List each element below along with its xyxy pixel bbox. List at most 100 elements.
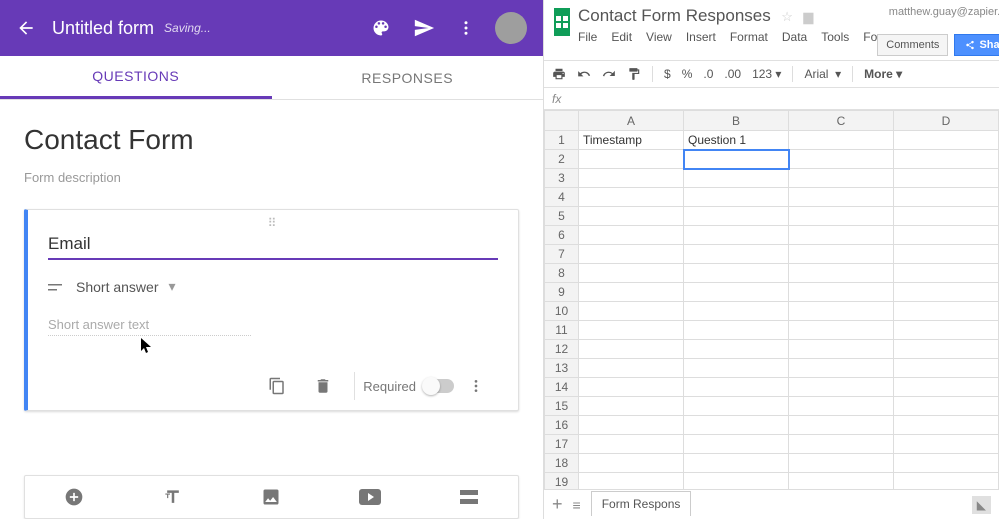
cell-C16[interactable]: [789, 416, 894, 435]
cell-A12[interactable]: [579, 340, 684, 359]
cell-C17[interactable]: [789, 435, 894, 454]
star-icon[interactable]: ☆: [781, 9, 793, 24]
row-3[interactable]: 3: [545, 169, 579, 188]
row-17[interactable]: 17: [545, 435, 579, 454]
row-11[interactable]: 11: [545, 321, 579, 340]
tab-responses[interactable]: RESPONSES: [272, 56, 544, 99]
share-button[interactable]: Share: [954, 34, 999, 56]
cell-D8[interactable]: [894, 264, 999, 283]
cell-C14[interactable]: [789, 378, 894, 397]
dec-increase[interactable]: .00: [724, 67, 741, 81]
cell-B3[interactable]: [684, 169, 789, 188]
cell-A16[interactable]: [579, 416, 684, 435]
font-select[interactable]: Arial ▾: [804, 67, 841, 81]
row-5[interactable]: 5: [545, 207, 579, 226]
cell-B14[interactable]: [684, 378, 789, 397]
cell-D15[interactable]: [894, 397, 999, 416]
cell-C18[interactable]: [789, 454, 894, 473]
add-video-icon[interactable]: [321, 476, 420, 518]
cell-C15[interactable]: [789, 397, 894, 416]
col-B[interactable]: B: [684, 111, 789, 131]
cell-A1[interactable]: Timestamp: [579, 131, 684, 150]
row-15[interactable]: 15: [545, 397, 579, 416]
cell-A9[interactable]: [579, 283, 684, 302]
cell-D18[interactable]: [894, 454, 999, 473]
back-arrow-icon[interactable]: [16, 18, 36, 38]
send-icon[interactable]: [413, 17, 435, 39]
cell-C6[interactable]: [789, 226, 894, 245]
cell-D1[interactable]: [894, 131, 999, 150]
question-title-input[interactable]: [48, 230, 498, 260]
row-7[interactable]: 7: [545, 245, 579, 264]
form-title[interactable]: Contact Form: [24, 124, 519, 156]
undo-icon[interactable]: [577, 67, 591, 81]
add-title-icon[interactable]: [124, 476, 223, 518]
menu-edit[interactable]: Edit: [611, 30, 632, 44]
cell-B10[interactable]: [684, 302, 789, 321]
col-C[interactable]: C: [789, 111, 894, 131]
cell-C12[interactable]: [789, 340, 894, 359]
cell-A4[interactable]: [579, 188, 684, 207]
currency-format[interactable]: $: [664, 67, 671, 81]
print-icon[interactable]: [552, 67, 566, 81]
cell-D19[interactable]: [894, 473, 999, 490]
cell-C9[interactable]: [789, 283, 894, 302]
cell-B12[interactable]: [684, 340, 789, 359]
cell-D7[interactable]: [894, 245, 999, 264]
cell-A14[interactable]: [579, 378, 684, 397]
comments-button[interactable]: Comments: [877, 34, 948, 56]
cell-C2[interactable]: [789, 150, 894, 169]
cell-B9[interactable]: [684, 283, 789, 302]
cell-D3[interactable]: [894, 169, 999, 188]
row-18[interactable]: 18: [545, 454, 579, 473]
cell-A6[interactable]: [579, 226, 684, 245]
cell-D11[interactable]: [894, 321, 999, 340]
cell-A13[interactable]: [579, 359, 684, 378]
form-description[interactable]: Form description: [24, 170, 519, 185]
dec-decrease[interactable]: .0: [703, 67, 713, 81]
tab-questions[interactable]: QUESTIONS: [0, 56, 272, 99]
row-12[interactable]: 12: [545, 340, 579, 359]
cell-C19[interactable]: [789, 473, 894, 490]
cell-B16[interactable]: [684, 416, 789, 435]
add-question-icon[interactable]: [25, 476, 124, 518]
cell-B17[interactable]: [684, 435, 789, 454]
cell-D16[interactable]: [894, 416, 999, 435]
sheets-doc-title[interactable]: Contact Form Responses: [578, 6, 771, 25]
cell-A18[interactable]: [579, 454, 684, 473]
cell-B11[interactable]: [684, 321, 789, 340]
cell-B4[interactable]: [684, 188, 789, 207]
cell-C3[interactable]: [789, 169, 894, 188]
cell-D6[interactable]: [894, 226, 999, 245]
cell-C13[interactable]: [789, 359, 894, 378]
number-format[interactable]: 123 ▾: [752, 67, 781, 81]
cell-A17[interactable]: [579, 435, 684, 454]
cell-A8[interactable]: [579, 264, 684, 283]
sheets-logo-icon[interactable]: [554, 8, 570, 36]
delete-icon[interactable]: [314, 377, 332, 395]
cell-C5[interactable]: [789, 207, 894, 226]
row-14[interactable]: 14: [545, 378, 579, 397]
add-sheet-icon[interactable]: +: [552, 494, 563, 515]
col-A[interactable]: A: [579, 111, 684, 131]
paint-icon[interactable]: [627, 67, 641, 81]
cell-D5[interactable]: [894, 207, 999, 226]
cell-B5[interactable]: [684, 207, 789, 226]
drag-handle-icon[interactable]: ⠿: [268, 216, 279, 230]
cell-D17[interactable]: [894, 435, 999, 454]
formula-bar[interactable]: fx: [544, 88, 999, 110]
menu-data[interactable]: Data: [782, 30, 807, 44]
cell-D9[interactable]: [894, 283, 999, 302]
cell-A15[interactable]: [579, 397, 684, 416]
question-more-icon[interactable]: [468, 378, 484, 394]
palette-icon[interactable]: [371, 18, 391, 38]
cell-D12[interactable]: [894, 340, 999, 359]
row-6[interactable]: 6: [545, 226, 579, 245]
duplicate-icon[interactable]: [268, 377, 286, 395]
cell-B15[interactable]: [684, 397, 789, 416]
menu-insert[interactable]: Insert: [686, 30, 716, 44]
cell-B8[interactable]: [684, 264, 789, 283]
question-type-dropdown[interactable]: Short answer ▾: [48, 278, 498, 295]
cell-B19[interactable]: [684, 473, 789, 490]
cell-B7[interactable]: [684, 245, 789, 264]
